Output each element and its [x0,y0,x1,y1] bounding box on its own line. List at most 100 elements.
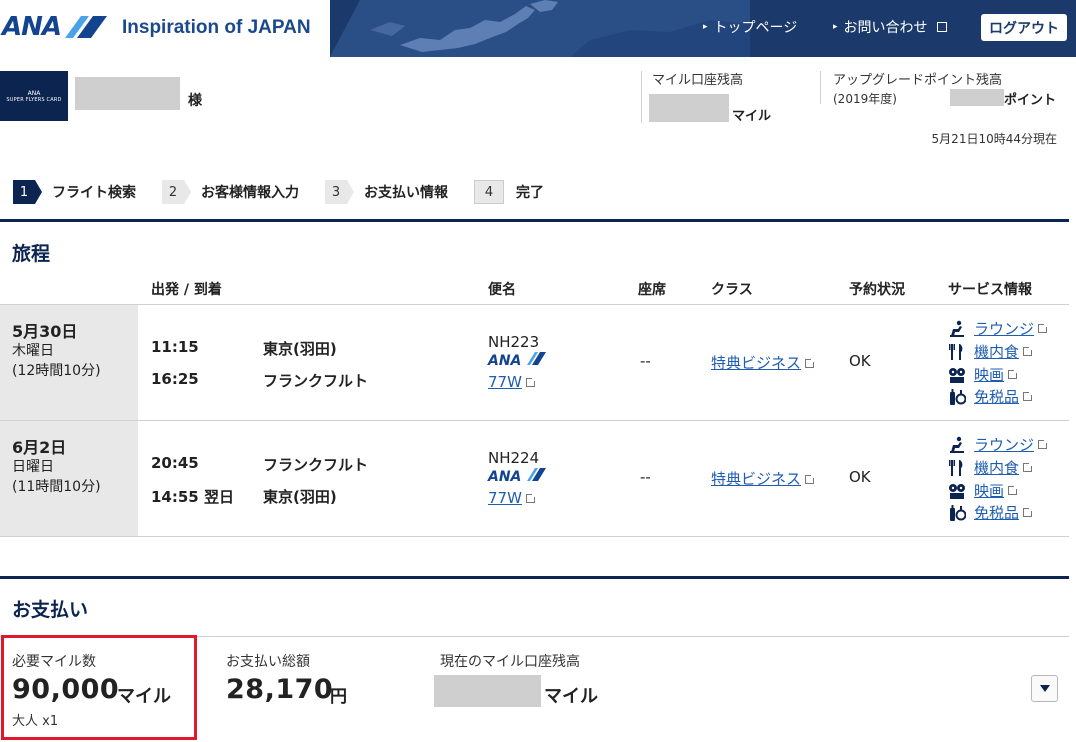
lounge-icon [948,436,966,454]
duty-free-icon [948,388,966,406]
wing-icon [527,468,547,481]
class-value: 特典ビジネス [711,354,802,372]
step-label: お支払い情報 [364,185,448,201]
lounge-icon [948,320,966,338]
current-balance-redacted [434,675,541,707]
class-link[interactable]: 特典ビジネス [711,352,816,373]
itinerary-title: 旅程 [12,243,51,265]
expand-details-button[interactable] [1031,675,1058,702]
col-header-seat: 座席 [638,282,666,298]
airline-logo: ANA [488,468,547,485]
aircraft-link[interactable]: 77W [488,373,536,391]
chevron-right-icon: ▸ [703,22,708,32]
segment-date: 6月2日 [12,438,67,457]
service-label: 映画 [974,482,1005,500]
payment-title: お支払い [12,599,89,621]
logout-button[interactable]: ログアウト [981,14,1067,41]
member-card-image: ANA SUPER FLYERS CARD [0,71,68,121]
segment-duration: (11時間10分) [12,479,101,495]
service-movie-link[interactable]: 映画 [948,364,1019,385]
step-number: 4 [474,180,504,204]
col-header-class: クラス [711,282,753,298]
wing-icon [527,352,547,365]
nav-contact-label: お問い合わせ [843,20,928,36]
step-number: 1 [13,180,42,204]
ana-logo[interactable]: ANA [2,12,108,42]
step-label: フライト検索 [52,185,136,201]
japan-map-decoration [330,0,750,57]
step-label: 完了 [516,185,544,201]
external-link-icon [805,474,816,484]
aircraft-link[interactable]: 77W [488,489,536,507]
service-label: 機内食 [974,459,1020,477]
departure-airport: 東京(羽田) [263,340,337,358]
col-header-flight: 便名 [488,282,516,298]
airline-name: ANA [488,469,522,485]
service-label: 映画 [974,366,1005,384]
service-dutyfree-link[interactable]: 免税品 [948,386,1034,407]
class-link[interactable]: 特典ビジネス [711,468,816,489]
service-meal-link[interactable]: 機内食 [948,341,1034,362]
arrival-airport: 東京(羽田) [263,488,337,506]
card-brand: ANA [27,89,41,97]
service-dutyfree-link[interactable]: 免税品 [948,502,1034,523]
booking-status: OK [849,352,871,370]
external-link-icon [1008,485,1019,495]
required-miles-value: 90,000 [12,674,120,705]
aircraft-type: 77W [488,489,522,507]
service-meal-link[interactable]: 機内食 [948,457,1034,478]
current-balance-label: 現在のマイル口座残高 [440,654,580,670]
nav-top-page[interactable]: ▸ トップページ [703,17,797,37]
step-customer-info: 2 お客様情報入力 [162,180,299,204]
flight-number: NH223 [488,333,540,351]
chevron-right-icon: ▸ [833,22,838,32]
service-movie-link[interactable]: 映画 [948,480,1019,501]
upgrade-points-unit: ポイント [1004,93,1057,108]
meal-icon [948,459,966,477]
external-link-icon [936,22,947,32]
aircraft-type: 77W [488,373,522,391]
external-link-icon [525,377,536,387]
seat-value: -- [640,468,651,486]
airline-logo: ANA [488,352,547,369]
flight-number: NH224 [488,449,540,467]
service-lounge-link[interactable]: ラウンジ [948,318,1049,339]
service-label: ラウンジ [974,320,1035,338]
miles-unit: マイル [732,109,772,124]
row-divider [0,536,1069,537]
class-value: 特典ビジネス [711,470,802,488]
total-payment-label: お支払い総額 [226,654,310,670]
required-miles-label: 必要マイル数 [12,654,96,670]
member-name-redacted [75,77,180,110]
required-miles-unit: マイル [117,686,171,707]
departure-airport: フランクフルト [263,456,369,474]
nav-top-page-label: トップページ [713,20,798,36]
tagline: Inspiration of JAPAN [122,17,311,38]
miles-balance-redacted [649,94,729,122]
miles-balance-label: マイル口座残高 [652,73,744,88]
external-link-icon [1038,323,1049,333]
film-reel-icon [948,482,966,500]
upgrade-points-year: (2019年度) [833,92,897,106]
service-lounge-link[interactable]: ラウンジ [948,434,1049,455]
nav-contact[interactable]: ▸ お問い合わせ [833,17,947,37]
honorific: 様 [188,93,202,109]
booking-status: OK [849,468,871,486]
airline-name: ANA [488,353,522,369]
external-link-icon [1023,507,1034,517]
external-link-icon [1023,346,1034,356]
arrival-time: 14:55 翌日 [151,488,234,506]
service-label: 機内食 [974,343,1020,361]
film-reel-icon [948,366,966,384]
balance-timestamp: 5月21日10時44分現在 [931,132,1057,146]
segment-weekday: 木曜日 [12,343,54,359]
divider [641,71,642,123]
logo-text: ANA [2,12,62,42]
meal-icon [948,343,966,361]
arrival-time: 16:25 [151,370,199,388]
departure-time: 20:45 [151,454,199,472]
progress-steps: 1 フライト検索 2 お客様情報入力 3 お支払い情報 4 完了 [13,180,570,204]
segment-weekday: 日曜日 [12,459,54,475]
segment-date: 5月30日 [12,322,78,341]
step-number: 2 [162,180,191,204]
